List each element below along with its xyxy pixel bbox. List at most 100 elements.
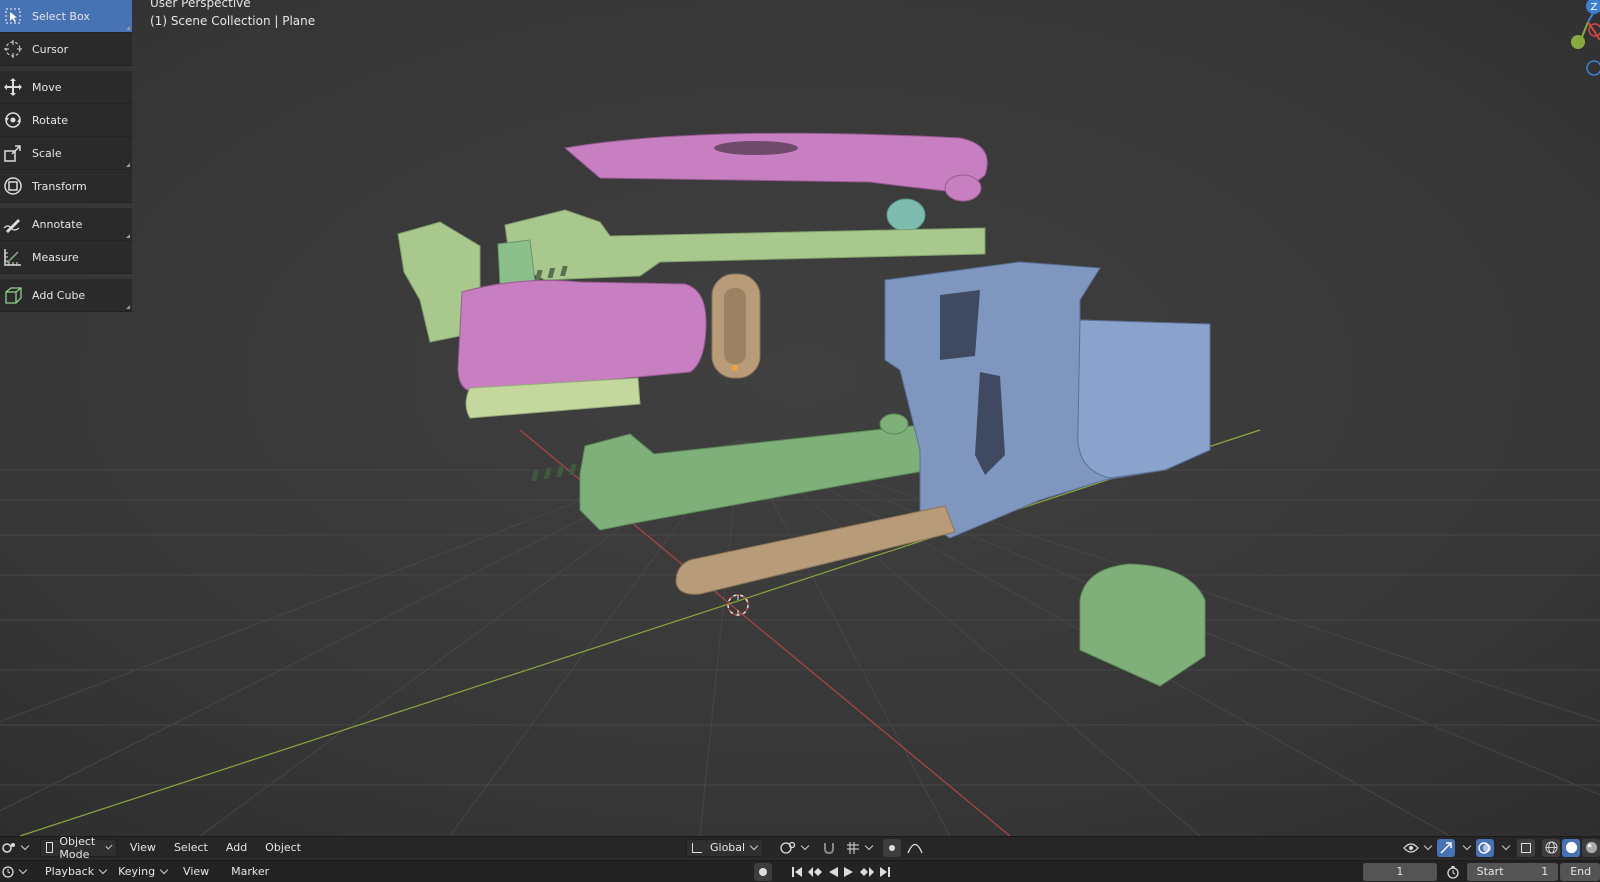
tool-rotate[interactable]: Rotate	[0, 104, 132, 137]
tool-select-box[interactable]: Select Box	[0, 0, 132, 33]
viewport-header: Object Mode View Select Add Object Globa…	[0, 835, 1600, 861]
proportional-editing-button[interactable]	[883, 838, 902, 857]
menu-keying[interactable]: Keying	[113, 863, 172, 881]
tool-cursor-label: Cursor	[32, 42, 69, 56]
green-small-connector	[497, 239, 536, 285]
cursor-icon	[0, 36, 26, 62]
falloff-curve-icon	[907, 843, 923, 853]
tool-add-cube[interactable]: Add Cube	[0, 279, 132, 312]
snap-magnet-icon	[824, 842, 835, 854]
jump-keyframe-forward-button[interactable]	[857, 863, 877, 881]
eye-icon	[1403, 842, 1419, 853]
tool-move[interactable]: Move	[0, 71, 132, 104]
mode-dropdown[interactable]: Object Mode	[40, 835, 117, 861]
shading-solid-button[interactable]	[1562, 838, 1581, 857]
tool-scale-label: Scale	[32, 146, 62, 160]
start-frame-label: Start	[1476, 865, 1504, 878]
tool-transform-label: Transform	[32, 179, 87, 193]
select-box-icon	[0, 3, 26, 29]
menu-view[interactable]: View	[125, 839, 161, 857]
tool-group-select: Select Box Cursor	[0, 0, 132, 66]
tool-annotate[interactable]: Annotate	[0, 208, 132, 241]
editor-type-icon	[2, 842, 15, 853]
origin-dot	[732, 365, 738, 371]
current-frame-value: 1	[1396, 865, 1404, 878]
tool-annotate-label: Annotate	[32, 217, 83, 231]
jump-keyframe-back-button[interactable]	[805, 863, 825, 881]
orientation-label: Global	[710, 841, 746, 854]
viewport-perspective-label: User Perspective	[150, 0, 251, 10]
tool-move-label: Move	[32, 80, 62, 94]
snap-target-dropdown[interactable]	[841, 839, 877, 857]
orientation-dropdown[interactable]: Global	[686, 838, 764, 857]
pivot-point-button[interactable]	[775, 839, 813, 857]
move-icon	[0, 74, 26, 100]
snap-grid-icon	[847, 841, 860, 854]
tool-transform[interactable]: Transform	[0, 170, 132, 203]
pink-slide-knob	[944, 174, 982, 202]
proportional-dot-icon	[889, 844, 896, 851]
tool-group-annotate: Annotate Measure	[0, 208, 132, 274]
play-icon	[844, 866, 854, 877]
timeline-header: Playback Keying View Marker 1 Start 1 En…	[0, 860, 1600, 882]
play-reverse-icon	[829, 866, 839, 877]
preview-range-button[interactable]	[1443, 863, 1463, 881]
shading-material-button[interactable]	[1582, 838, 1600, 857]
editor-type-button[interactable]	[0, 839, 30, 857]
menu-select[interactable]: Select	[169, 839, 213, 857]
overlays-icon	[1478, 841, 1492, 854]
solid-sphere-icon	[1565, 841, 1577, 854]
tool-group-transform: Move Rotate Scale Transform	[0, 71, 132, 203]
measure-icon	[0, 244, 26, 270]
gizmo-y-axis	[1571, 35, 1585, 49]
viewport-scene[interactable]	[0, 0, 1600, 836]
jump-start-icon	[792, 866, 803, 877]
menu-marker[interactable]: Marker	[226, 863, 274, 881]
proportional-falloff-button[interactable]	[902, 839, 928, 857]
end-frame-field[interactable]: End	[1560, 862, 1600, 881]
timeline-editor-type-button[interactable]	[0, 863, 28, 881]
jump-start-button[interactable]	[789, 863, 805, 881]
navigation-gizmo[interactable]: Z	[1540, 0, 1600, 80]
menu-timeline-view[interactable]: View	[178, 863, 214, 881]
gizmo-dropdown[interactable]	[1456, 839, 1472, 857]
auto-keying-button[interactable]	[754, 862, 773, 881]
rotate-icon	[0, 107, 26, 133]
menu-playback[interactable]: Playback	[40, 863, 111, 881]
wireframe-sphere-icon	[1545, 841, 1558, 854]
overlays-dropdown[interactable]	[1495, 839, 1511, 857]
menu-object[interactable]: Object	[260, 839, 306, 857]
overlays-toggle-button[interactable]	[1476, 838, 1495, 857]
teal-knob	[886, 198, 926, 232]
record-dot-icon	[759, 867, 768, 876]
jump-end-icon	[880, 866, 891, 877]
mode-dropdown-label: Object Mode	[59, 834, 96, 861]
play-reverse-button[interactable]	[825, 863, 841, 881]
start-frame-value: 1	[1541, 865, 1549, 878]
shading-wireframe-button[interactable]	[1542, 838, 1561, 857]
object-mode-icon	[46, 842, 54, 853]
start-frame-field[interactable]: Start 1	[1466, 862, 1559, 881]
snap-toggle-button[interactable]	[817, 839, 841, 857]
menu-add[interactable]: Add	[221, 839, 252, 857]
visibility-dropdown[interactable]	[1398, 839, 1436, 857]
blue-grip-panel	[1077, 319, 1211, 479]
pivot-icon	[780, 841, 796, 854]
tool-cursor[interactable]: Cursor	[0, 33, 132, 66]
tool-rotate-label: Rotate	[32, 113, 69, 127]
xray-toggle-button[interactable]	[1517, 838, 1536, 857]
transform-icon	[0, 173, 26, 199]
scale-icon	[0, 140, 26, 166]
current-frame-field[interactable]: 1	[1363, 862, 1437, 881]
annotate-icon	[0, 211, 26, 237]
tool-scale[interactable]: Scale	[0, 137, 132, 170]
menu-playback-label: Playback	[45, 865, 95, 878]
gizmo-toggle-button[interactable]	[1437, 838, 1456, 857]
tool-select-box-label: Select Box	[32, 9, 90, 23]
3d-viewport[interactable]: User Perspective (1) Scene Collection | …	[0, 0, 1600, 836]
menu-keying-label: Keying	[118, 865, 156, 878]
keyframe-back-icon	[808, 866, 823, 877]
tool-measure[interactable]: Measure	[0, 241, 132, 274]
play-button[interactable]	[841, 863, 857, 881]
jump-end-button[interactable]	[877, 863, 893, 881]
